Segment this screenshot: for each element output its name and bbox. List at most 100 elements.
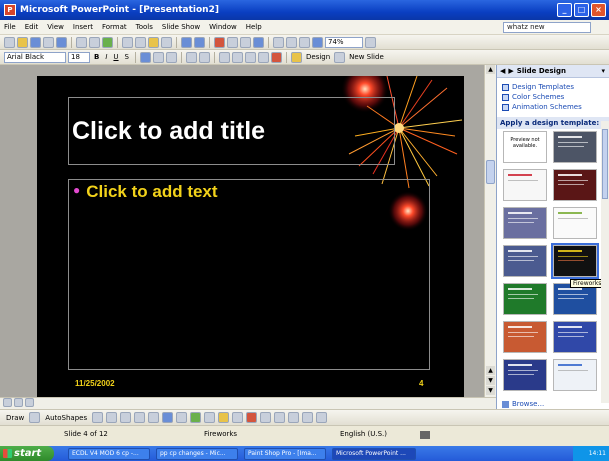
template-thumbnail[interactable] (553, 207, 597, 239)
template-thumbnail[interactable] (503, 207, 547, 239)
taskbar-item-powerpoint[interactable]: Microsoft PowerPoint ... (332, 447, 416, 460)
redo-icon[interactable] (194, 36, 205, 48)
autoshapes-button[interactable]: AutoShapes (43, 414, 89, 422)
increase-font-icon[interactable] (219, 51, 230, 63)
pane-dropdown-icon[interactable]: ▾ (601, 67, 605, 75)
browse-link[interactable]: Browse... (502, 400, 544, 408)
draw-menu-button[interactable]: Draw (4, 414, 26, 422)
slide-sorter-view-icon[interactable] (14, 398, 23, 407)
design-button[interactable]: Design (304, 53, 332, 61)
normal-view-icon[interactable] (3, 398, 12, 407)
menu-file[interactable]: File (4, 23, 16, 31)
new-slide-icon[interactable] (334, 51, 346, 63)
shadow-style-icon[interactable] (302, 412, 314, 423)
color-schemes-link[interactable]: Color Schemes (497, 92, 609, 102)
hyperlink-icon[interactable] (253, 36, 264, 48)
picture-icon[interactable] (204, 412, 216, 423)
start-button[interactable]: start (0, 446, 54, 461)
textbox-icon[interactable] (148, 412, 160, 423)
insert-chart-icon[interactable] (214, 36, 225, 48)
ask-a-question-input[interactable]: whatz new (503, 22, 591, 33)
font-color-draw-icon[interactable] (246, 412, 258, 423)
taskbar-item-word-doc[interactable]: ECDL V4 MOD 6 cp -... (68, 447, 150, 460)
template-thumbnail[interactable] (553, 321, 597, 353)
design-icon[interactable] (291, 51, 302, 63)
taskbar-item-paint-shop-pro[interactable]: Paint Shop Pro - [Ima... (244, 447, 326, 460)
bullets-icon[interactable] (199, 51, 210, 63)
template-thumbnail[interactable] (553, 169, 597, 201)
decrease-font-icon[interactable] (232, 51, 243, 63)
font-size-select[interactable]: 18 (68, 51, 90, 63)
help-icon[interactable] (365, 36, 376, 48)
title-placeholder[interactable]: Click to add title (68, 97, 395, 165)
underline-button[interactable]: U (111, 53, 120, 61)
increase-indent-icon[interactable] (258, 51, 269, 63)
zoom-select[interactable]: 74% (325, 36, 363, 48)
open-icon[interactable] (17, 36, 28, 48)
permission-icon[interactable] (43, 36, 54, 48)
scroll-up-icon[interactable]: ▲ (486, 65, 495, 74)
task-pane-scrollbar[interactable] (601, 121, 609, 403)
line-color-icon[interactable] (232, 412, 244, 423)
align-right-icon[interactable] (166, 51, 177, 63)
oval-icon[interactable] (134, 412, 146, 423)
fill-color-icon[interactable] (218, 412, 230, 423)
next-slide-icon[interactable]: ▼ (486, 376, 495, 385)
email-icon[interactable] (56, 36, 67, 48)
decrease-indent-icon[interactable] (245, 51, 256, 63)
vertical-scrollbar[interactable]: ▲ ▲ ▼ ▼ (484, 65, 496, 397)
arrow-style-icon[interactable] (288, 412, 300, 423)
clipart-icon[interactable] (190, 412, 202, 423)
maximize-button[interactable]: □ (574, 3, 589, 17)
numbering-icon[interactable] (186, 51, 197, 63)
menu-format[interactable]: Format (102, 23, 127, 31)
slide-show-view-icon[interactable] (25, 398, 34, 407)
template-thumbnail-fireworks[interactable] (551, 243, 599, 279)
align-left-icon[interactable] (140, 51, 151, 63)
menu-view[interactable]: View (47, 23, 64, 31)
menu-insert[interactable]: Insert (73, 23, 93, 31)
new-slide-button[interactable]: New Slide (347, 53, 386, 61)
save-icon[interactable] (30, 36, 41, 48)
color-grayscale-icon[interactable] (312, 36, 323, 48)
line-style-icon[interactable] (260, 412, 272, 423)
3d-style-icon[interactable] (316, 412, 328, 423)
italic-button[interactable]: I (103, 53, 109, 61)
show-formatting-icon[interactable] (286, 36, 297, 48)
shadow-button[interactable]: S (123, 53, 131, 61)
expand-all-icon[interactable] (273, 36, 284, 48)
paste-icon[interactable] (148, 36, 159, 48)
back-arrow-icon[interactable]: ◀ (500, 67, 505, 75)
template-thumbnail[interactable] (553, 359, 597, 391)
select-objects-icon[interactable] (29, 412, 41, 423)
arrow-icon[interactable] (106, 412, 118, 423)
print-preview-icon[interactable] (89, 36, 100, 48)
template-thumbnail[interactable] (503, 283, 547, 315)
forward-arrow-icon[interactable]: ▶ (508, 67, 513, 75)
template-thumbnail-no-preview[interactable]: Preview not available. (503, 131, 547, 163)
scroll-down-icon[interactable]: ▼ (486, 386, 495, 395)
diagram-icon[interactable] (176, 412, 188, 423)
design-templates-link[interactable]: Design Templates (497, 82, 609, 92)
template-thumbnail[interactable] (503, 169, 547, 201)
spelling-icon[interactable] (102, 36, 113, 48)
animation-schemes-link[interactable]: Animation Schemes (497, 102, 609, 112)
font-select[interactable]: Arial Black (4, 51, 66, 63)
task-pane-scroll-thumb[interactable] (602, 129, 608, 199)
taskbar-item-word-changes[interactable]: pp cp changes - Mic... (156, 447, 238, 460)
menu-edit[interactable]: Edit (25, 23, 39, 31)
format-painter-icon[interactable] (161, 36, 172, 48)
close-button[interactable]: × (591, 3, 606, 17)
rectangle-icon[interactable] (120, 412, 132, 423)
scroll-thumb[interactable] (486, 160, 495, 184)
template-thumbnail[interactable] (503, 321, 547, 353)
wordart-icon[interactable] (162, 412, 174, 423)
align-center-icon[interactable] (153, 51, 164, 63)
menu-slide-show[interactable]: Slide Show (162, 23, 200, 31)
menu-tools[interactable]: Tools (136, 23, 153, 31)
template-thumbnail[interactable] (503, 359, 547, 391)
insert-table-icon[interactable] (227, 36, 238, 48)
tables-borders-icon[interactable] (240, 36, 251, 48)
template-thumbnail[interactable] (503, 245, 547, 277)
line-icon[interactable] (92, 412, 104, 423)
